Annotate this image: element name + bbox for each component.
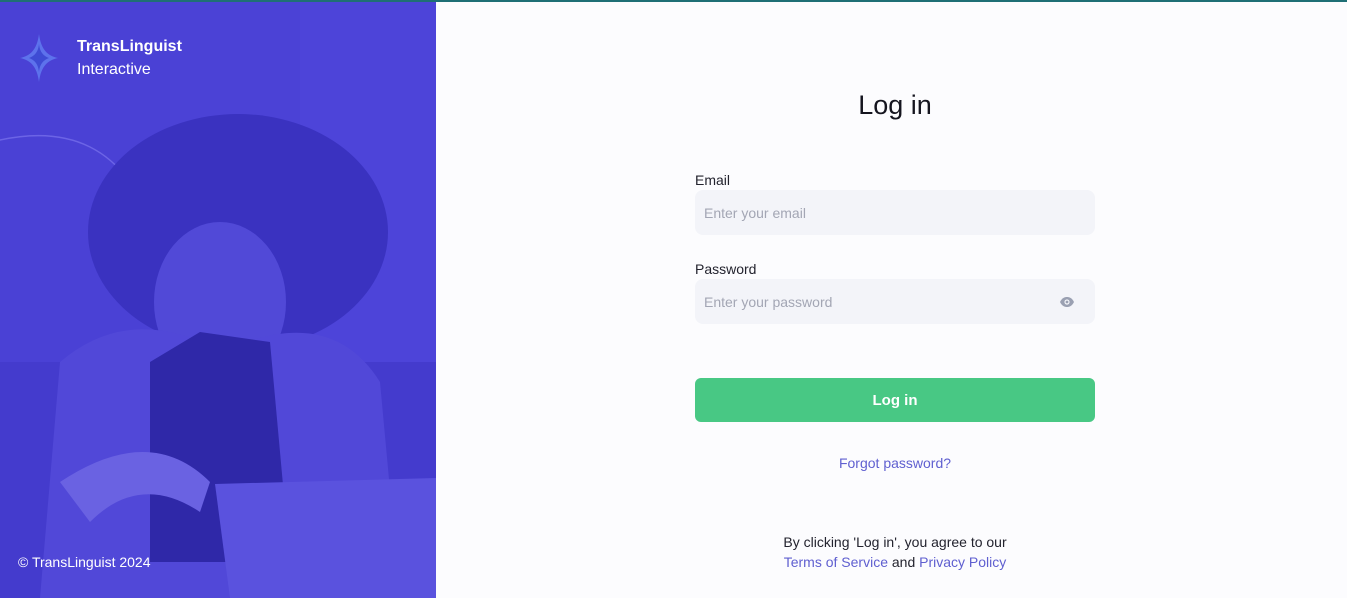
legal-joiner: and <box>891 554 916 570</box>
brand-panel: TransLinguist Interactive © TransLinguis… <box>0 2 436 598</box>
brand-name: TransLinguist Interactive <box>77 32 182 82</box>
legal-prefix: By clicking 'Log in', you agree to our <box>783 534 1007 550</box>
terms-of-service-link[interactable]: Terms of Service <box>784 554 888 570</box>
login-panel: Log in Email Password Log in Forgot pass… <box>436 2 1347 598</box>
brand-logo: TransLinguist Interactive <box>18 32 182 84</box>
privacy-policy-link[interactable]: Privacy Policy <box>919 554 1006 570</box>
hero-photo <box>0 2 436 598</box>
forgot-password-link[interactable]: Forgot password? <box>695 455 1095 471</box>
brand-name-line1: TransLinguist <box>77 38 182 55</box>
password-field[interactable] <box>695 279 1095 324</box>
email-field[interactable] <box>695 190 1095 235</box>
email-label: Email <box>695 172 731 188</box>
login-button[interactable]: Log in <box>695 378 1095 422</box>
eye-icon[interactable] <box>1059 294 1075 310</box>
brand-name-line2: Interactive <box>77 61 151 78</box>
legal-notice: By clicking 'Log in', you agree to our T… <box>695 532 1095 572</box>
password-label: Password <box>695 261 757 277</box>
sparkle-icon <box>20 34 58 82</box>
copyright-text: © TransLinguist 2024 <box>18 554 151 570</box>
page-title: Log in <box>858 90 932 120</box>
